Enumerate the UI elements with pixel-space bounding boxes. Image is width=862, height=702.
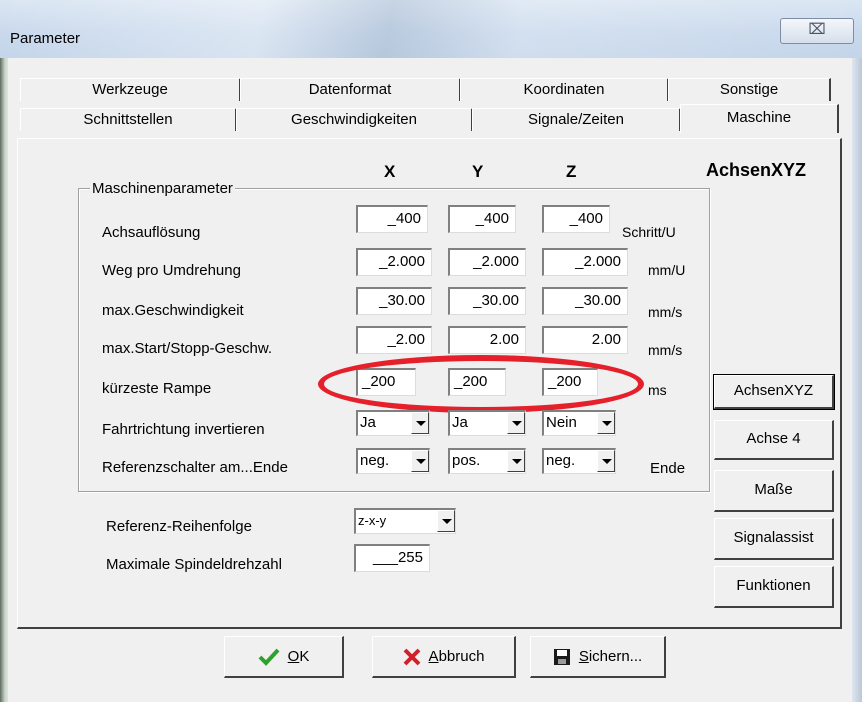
label-start-stop-speed: max.Start/Stopp-Geschw. xyxy=(102,340,273,357)
save-label: Sichern... xyxy=(578,648,643,665)
unit-resolution: Schritt/U xyxy=(622,224,676,240)
unit-ramp: ms xyxy=(648,382,667,398)
chevron-down-icon[interactable] xyxy=(437,510,455,532)
column-header-z: Z xyxy=(566,162,577,181)
max-speed-z-input[interactable]: _30.00 xyxy=(542,287,628,315)
travel-y-input[interactable]: _2.000 xyxy=(448,248,526,276)
reference-y-value: pos. xyxy=(452,452,481,469)
chevron-down-icon[interactable] xyxy=(597,450,615,472)
axis-4-button[interactable]: Achse 4 xyxy=(714,420,834,460)
window-title: Parameter xyxy=(10,30,81,47)
tab-datenformat[interactable]: Datenformat xyxy=(240,78,461,101)
max-speed-x-input[interactable]: _30.00 xyxy=(356,287,432,315)
chevron-down-icon[interactable] xyxy=(507,450,525,472)
unit-max-speed: mm/s xyxy=(648,304,683,320)
start-speed-x-input[interactable]: _2.00 xyxy=(356,326,432,354)
travel-z-input[interactable]: _2.000 xyxy=(542,248,628,276)
reference-z-select[interactable]: neg. xyxy=(542,448,616,474)
label-invert-direction: Fahrtrichtung invertieren xyxy=(102,421,265,438)
cross-icon xyxy=(403,648,420,665)
invert-y-select[interactable]: Ja xyxy=(448,410,526,436)
tab-maschine[interactable]: Maschine xyxy=(680,104,839,133)
tab-schnittstellen[interactable]: Schnittstellen xyxy=(20,108,237,131)
resolution-x-input[interactable]: _400 xyxy=(356,205,428,233)
column-header-y: Y xyxy=(472,162,484,181)
dimensions-button[interactable]: Maße xyxy=(714,470,834,512)
cancel-button[interactable]: Abbruch xyxy=(372,636,516,678)
functions-button[interactable]: Funktionen xyxy=(714,566,834,608)
tab-koordinaten[interactable]: Koordinaten xyxy=(460,78,669,101)
unit-end: Ende xyxy=(650,460,686,477)
label-max-speed: max.Geschwindigkeit xyxy=(102,302,244,319)
highlight-ellipse xyxy=(318,355,644,413)
start-speed-y-input[interactable]: 2.00 xyxy=(448,326,526,354)
chevron-down-icon[interactable] xyxy=(411,450,429,472)
reference-y-select[interactable]: pos. xyxy=(448,448,526,474)
label-reference-order: Referenz-Reihenfolge xyxy=(106,518,252,535)
resolution-y-input[interactable]: _400 xyxy=(448,205,516,233)
ok-button[interactable]: OK xyxy=(224,636,344,678)
invert-x-value: Ja xyxy=(360,414,376,431)
close-button[interactable]: ⌧ xyxy=(780,18,854,44)
reference-z-value: neg. xyxy=(546,452,576,469)
reference-order-select[interactable]: z-x-y xyxy=(354,508,456,534)
spindle-speed-input[interactable]: ___255 xyxy=(354,544,430,572)
unit-travel: mm/U xyxy=(648,262,686,278)
invert-y-value: Ja xyxy=(452,414,468,431)
tab-geschwindigkeiten[interactable]: Geschwindigkeiten xyxy=(236,108,473,131)
tab-sonstige[interactable]: Sonstige xyxy=(668,78,831,101)
reference-order-value: z-x-y xyxy=(358,513,387,528)
window-frame-right xyxy=(852,58,862,702)
tab-werkzeuge[interactable]: Werkzeuge xyxy=(20,78,241,101)
reference-x-value: neg. xyxy=(360,452,390,469)
ok-label: OK xyxy=(287,648,310,665)
invert-x-select[interactable]: Ja xyxy=(356,410,430,436)
tab-signale-zeiten[interactable]: Signale/Zeiten xyxy=(472,108,681,131)
save-button[interactable]: Sichern... xyxy=(530,636,666,678)
window-frame-left xyxy=(0,58,8,702)
label-shortest-ramp: kürzeste Rampe xyxy=(102,380,212,397)
start-speed-z-input[interactable]: 2.00 xyxy=(542,326,628,354)
reference-x-select[interactable]: neg. xyxy=(356,448,430,474)
chevron-down-icon[interactable] xyxy=(597,412,615,434)
axes-xyz-button[interactable]: AchsenXYZ xyxy=(713,374,835,410)
label-reference-switch: Referenzschalter am...Ende xyxy=(102,459,288,476)
chevron-down-icon[interactable] xyxy=(411,412,429,434)
label-travel-per-rev: Weg pro Umdrehung xyxy=(102,262,241,279)
chevron-down-icon[interactable] xyxy=(507,412,525,434)
cancel-label: Abbruch xyxy=(428,648,485,665)
checkmark-icon xyxy=(258,648,280,666)
group-title: Maschinenparameter xyxy=(90,180,235,197)
unit-start-speed: mm/s xyxy=(648,342,683,358)
travel-x-input[interactable]: _2.000 xyxy=(356,248,432,276)
column-header-x: X xyxy=(384,162,396,181)
floppy-disk-icon xyxy=(553,648,570,665)
max-speed-y-input[interactable]: _30.00 xyxy=(448,287,526,315)
axes-set-title: AchsenXYZ xyxy=(706,160,807,180)
label-axis-resolution: Achsauflösung xyxy=(102,224,201,241)
signal-assist-button[interactable]: Signalassist xyxy=(714,518,834,560)
resolution-z-input[interactable]: _400 xyxy=(542,205,610,233)
close-icon: ⌧ xyxy=(808,21,826,38)
label-max-spindle-speed: Maximale Spindeldrehzahl xyxy=(106,556,282,573)
invert-z-select[interactable]: Nein xyxy=(542,410,616,436)
invert-z-value: Nein xyxy=(546,414,577,431)
